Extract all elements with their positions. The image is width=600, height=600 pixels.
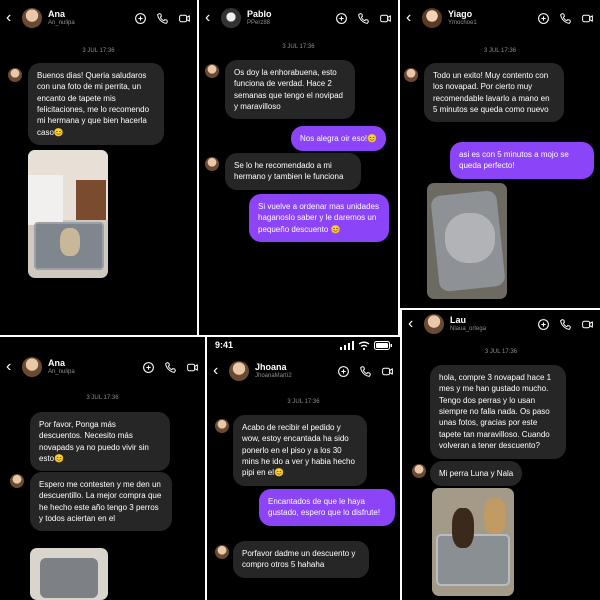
message-received: hola, compre 3 novapad hace 1 mes y me h… xyxy=(430,365,566,459)
avatar xyxy=(412,464,426,478)
chat-header: ‹ Jhoana JhoanaMartí2 xyxy=(207,353,400,389)
phone-icon[interactable] xyxy=(359,365,372,378)
contact-info[interactable]: Pablo PPerz88 xyxy=(247,9,329,26)
contact-info[interactable]: Yiago Ymochoe1 xyxy=(448,9,531,26)
timestamp: 3 JUL 17:36 xyxy=(82,48,115,54)
avatar xyxy=(205,64,219,78)
chat-panel-ana-2: ‹ Ana An_nulipa 3 JUL 17:36 Por favor, P… xyxy=(0,337,205,600)
timestamp: 3 JUL 17:36 xyxy=(287,399,320,405)
threads-icon[interactable] xyxy=(142,361,155,374)
avatar[interactable] xyxy=(422,8,442,28)
contact-name: Jhoana xyxy=(255,362,287,373)
chat-panel-jhoana: 9:41 ‹ Jhoana JhoanaMartí2 3 JUL 17:36 A… xyxy=(207,337,400,600)
message-received: Buenos dias! Queria saludaros con una fo… xyxy=(28,63,164,146)
video-icon[interactable] xyxy=(186,361,199,374)
message-sent: asi es con 5 minutos a mojo se queda per… xyxy=(450,142,594,179)
message-received: Porfavor dadme un descuento y compro otr… xyxy=(233,541,369,578)
avatar xyxy=(205,157,219,171)
threads-icon[interactable] xyxy=(337,365,350,378)
avatar[interactable] xyxy=(424,314,444,334)
contact-username: JhoanaMartí2 xyxy=(255,372,292,379)
avatar[interactable] xyxy=(229,361,249,381)
contact-username: PPerz88 xyxy=(247,19,271,26)
signal-icon xyxy=(340,340,354,350)
chat-header: ‹ Ana An_nulipa xyxy=(0,0,197,36)
avatar xyxy=(215,419,229,433)
phone-icon[interactable] xyxy=(164,361,177,374)
contact-name: Pablo xyxy=(247,9,272,20)
phone-icon[interactable] xyxy=(559,12,572,25)
timestamp: 3 JUL 17:36 xyxy=(282,44,315,50)
back-chevron-icon[interactable]: ‹ xyxy=(205,9,215,27)
avatar xyxy=(404,68,418,82)
message-received: Mi perra Luna y Nala xyxy=(430,461,523,487)
timestamp: 3 JUL 17:36 xyxy=(484,349,518,355)
back-chevron-icon[interactable]: ‹ xyxy=(6,9,16,27)
avatar xyxy=(215,545,229,559)
message-received: Todo un exito! Muy contento con los nova… xyxy=(424,63,564,123)
message-sent: Si vuelve a ordenar mas unidades haganos… xyxy=(249,194,389,243)
timestamp: 3 JUL 17:36 xyxy=(86,395,119,401)
contact-info[interactable]: Ana An_nulipa xyxy=(48,358,136,375)
avatar[interactable] xyxy=(221,8,241,28)
message-received: Por favor, Ponga más descuentos. Necesit… xyxy=(30,412,170,472)
back-chevron-icon[interactable]: ‹ xyxy=(408,315,418,333)
pad-photo[interactable] xyxy=(427,183,507,299)
battery-icon xyxy=(374,340,392,350)
contact-username: Nlaua_ortega xyxy=(450,325,487,332)
dog-photo[interactable] xyxy=(28,150,108,278)
message-sent: Nos alegra oir eso!😊 xyxy=(291,126,387,152)
wifi-icon xyxy=(358,341,370,350)
back-chevron-icon[interactable]: ‹ xyxy=(6,358,16,376)
phone-icon[interactable] xyxy=(559,318,572,331)
contact-name: Yiago xyxy=(448,9,473,20)
contact-info[interactable]: Lau Nlaua_ortega xyxy=(450,315,531,332)
dogs-photo[interactable] xyxy=(432,488,514,596)
back-chevron-icon[interactable]: ‹ xyxy=(406,9,416,27)
contact-info[interactable]: Ana An_nulipa xyxy=(48,9,128,26)
chat-panel-lau: ‹ Lau Nlaua_ortega 3 JUL 17:36 hola, com… xyxy=(402,310,600,600)
video-icon[interactable] xyxy=(581,318,594,331)
video-icon[interactable] xyxy=(178,12,191,25)
chat-header: ‹ Pablo PPerz88 xyxy=(199,0,398,36)
phone-icon[interactable] xyxy=(156,12,169,25)
chat-header: ‹ Yiago Ymochoe1 xyxy=(400,0,600,36)
message-received: Acabo de recibir el pedido y wow, estoy … xyxy=(233,415,367,486)
video-icon[interactable] xyxy=(581,12,594,25)
pad-photo[interactable] xyxy=(30,548,108,600)
message-sent: Encantados de que le haya gustado, esper… xyxy=(259,489,395,526)
avatar xyxy=(8,68,22,82)
threads-icon[interactable] xyxy=(537,318,550,331)
contact-name: Lau xyxy=(450,315,467,326)
chat-panel-pablo: ‹ Pablo PPerz88 3 JUL 17:36 Os doy la en… xyxy=(199,0,398,335)
video-icon[interactable] xyxy=(379,12,392,25)
contact-name: Ana xyxy=(48,358,66,369)
avatar[interactable] xyxy=(22,357,42,377)
back-chevron-icon[interactable]: ‹ xyxy=(213,362,223,380)
clock: 9:41 xyxy=(215,340,234,350)
avatar[interactable] xyxy=(22,8,42,28)
contact-info[interactable]: Jhoana JhoanaMartí2 xyxy=(255,362,331,379)
video-icon[interactable] xyxy=(381,365,394,378)
phone-icon[interactable] xyxy=(357,12,370,25)
chat-panel-yiago: ‹ Yiago Ymochoe1 3 JUL 17:36 Todo un exi… xyxy=(400,0,600,308)
threads-icon[interactable] xyxy=(537,12,550,25)
contact-username: Ymochoe1 xyxy=(448,19,477,26)
contact-username: An_nulipa xyxy=(48,368,75,375)
chat-header: ‹ Lau Nlaua_ortega xyxy=(402,310,600,342)
message-received: Espero me contesten y me den un descuent… xyxy=(30,472,172,532)
contact-name: Ana xyxy=(48,9,66,20)
avatar xyxy=(10,474,24,488)
chat-header: ‹ Ana An_nulipa xyxy=(0,349,205,385)
timestamp: 3 JUL 17:36 xyxy=(483,48,517,54)
message-received: Os doy la enhorabuena, esto funciona de … xyxy=(225,60,355,120)
chat-panel-ana-1: ‹ Ana An_nulipa 3 JUL 17:36 Buenos dias!… xyxy=(0,0,197,335)
signal-icons xyxy=(340,340,392,350)
message-received: Se lo he recomendado a mi hermano y tamb… xyxy=(225,153,361,190)
threads-icon[interactable] xyxy=(335,12,348,25)
threads-icon[interactable] xyxy=(134,12,147,25)
status-bar: 9:41 xyxy=(215,337,392,353)
contact-username: An_nulipa xyxy=(48,19,75,26)
